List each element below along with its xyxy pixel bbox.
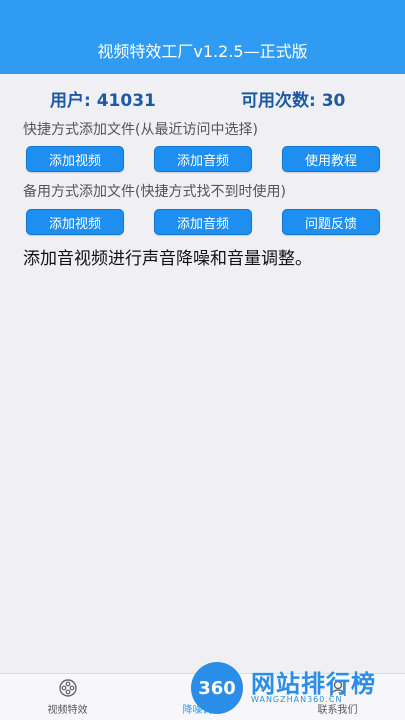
feedback-button[interactable]: 问题反馈 <box>282 209 380 235</box>
page-title: 视频特效工厂v1.2.5—正式版 <box>97 42 308 61</box>
remaining-uses: 可用次数: 30 <box>241 91 346 111</box>
user-count: 用户: 41031 <box>50 91 156 111</box>
backup-section-label: 备用方式添加文件(快捷方式找不到时使用) <box>23 184 286 200</box>
watermark-title: 网站排行榜 <box>251 670 376 698</box>
stats-row: 用户: 41031 可用次数: 30 <box>0 86 405 111</box>
description-text: 添加音视频进行声音降噪和音量调整。 <box>23 249 312 269</box>
app-bar: 视频特效工厂v1.2.5—正式版 <box>0 0 405 74</box>
watermark-subtitle: WANGZHAN360.CN <box>251 695 343 704</box>
add-video-button[interactable]: 添加视频 <box>26 146 124 172</box>
backup-add-audio-button[interactable]: 添加音频 <box>154 209 252 235</box>
film-reel-icon <box>58 679 77 697</box>
watermark-logo: 360 <box>191 662 243 714</box>
shortcut-section-label: 快捷方式添加文件(从最近访问中选择) <box>23 122 258 138</box>
tab-video-effects[interactable]: 视频特效 <box>0 674 135 720</box>
add-audio-button[interactable]: 添加音频 <box>154 146 252 172</box>
backup-add-video-button[interactable]: 添加视频 <box>26 209 124 235</box>
watermark: 360 网站排行榜 WANGZHAN360.CN <box>191 662 399 714</box>
tab-label: 视频特效 <box>47 705 88 716</box>
tutorial-button[interactable]: 使用教程 <box>282 146 380 172</box>
